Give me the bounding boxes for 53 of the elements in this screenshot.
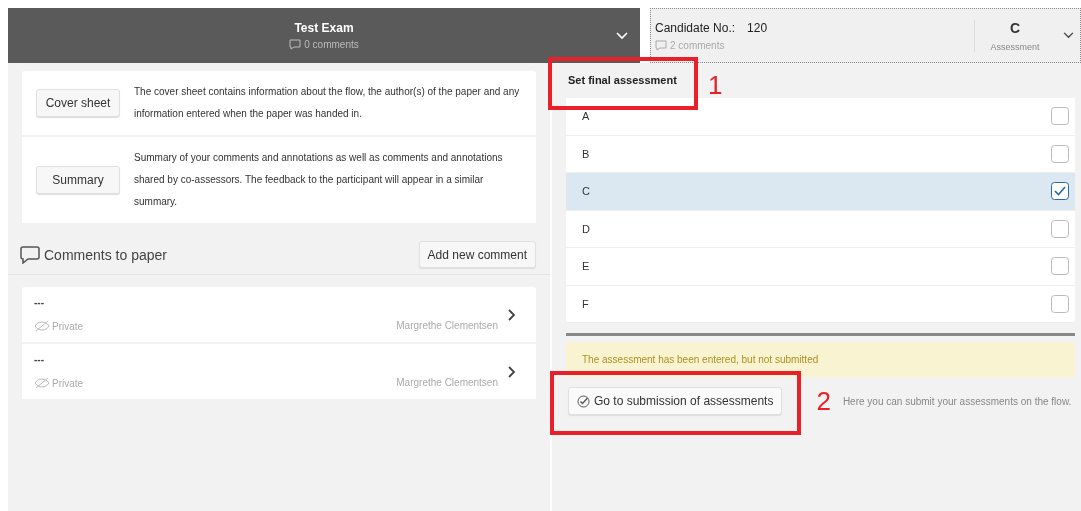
hidden-eye-icon	[34, 377, 50, 389]
document-button[interactable]: Summary	[36, 166, 120, 194]
grade-option[interactable]: F	[566, 285, 1075, 323]
annotation-number: 1	[708, 72, 723, 98]
grade-option[interactable]: A	[566, 98, 1075, 136]
grade-option[interactable]: D	[566, 210, 1075, 248]
comment-text: ---	[34, 297, 45, 308]
candidate-label: Candidate No.:	[655, 20, 736, 35]
assessment-title: Set final assessment	[568, 74, 677, 86]
document-description: Summary of your comments and annotations as well as comments and annotations shared by co-assessors. The feedback to the participant will appear in a similar summary.	[134, 151, 504, 209]
comment-item[interactable]: --- Private Margrethe Clementsen	[22, 287, 536, 344]
status-notice: The assessment has been entered, but not submitted	[566, 342, 1075, 377]
checkbox[interactable]	[1051, 219, 1069, 238]
comment-author: Margrethe Clementsen	[396, 320, 498, 332]
comment-count: 2 comments	[670, 39, 725, 51]
exam-title: Test Exam	[294, 21, 354, 35]
comment-count: 0 comments	[304, 39, 359, 50]
grade-letter: B	[582, 147, 590, 160]
section-title: Comments to paper	[44, 246, 167, 263]
comment-author: Margrethe Clementsen	[396, 377, 498, 389]
visibility-label: Private	[52, 377, 84, 389]
grade-letter: D	[582, 222, 590, 235]
help-text: Here you can submit your assessments on the flow.	[842, 395, 1072, 407]
comment-icon	[289, 39, 302, 50]
chevron-right-icon	[508, 365, 516, 378]
comment-icon	[655, 39, 667, 51]
checkbox[interactable]	[1051, 107, 1069, 126]
checkbox[interactable]	[1051, 144, 1069, 163]
grade-value: C	[1009, 19, 1021, 36]
hidden-eye-icon	[34, 320, 50, 332]
checkbox[interactable]	[1051, 257, 1069, 276]
checkbox[interactable]	[1051, 294, 1069, 313]
comment-item[interactable]: --- Private Margrethe Clementsen	[22, 344, 536, 401]
candidate-number: 120	[747, 20, 768, 35]
comment-icon	[20, 245, 40, 264]
grade-option[interactable]: E	[566, 248, 1075, 286]
check-circle-icon	[577, 394, 590, 408]
grade-label: Assessment	[990, 41, 1040, 52]
visibility-label: Private	[52, 320, 84, 332]
chevron-right-icon	[508, 308, 516, 321]
add-comment-button[interactable]: Add new comment	[418, 241, 536, 268]
checkbox[interactable]	[1051, 182, 1069, 201]
document-description: The cover sheet contains information about the flow, the author(s) of the paper and any information entered when the paper was handed in.	[134, 85, 521, 121]
comment-text: ---	[34, 354, 45, 365]
grade-letter: F	[582, 297, 589, 310]
submit-assessments-button[interactable]: Go to submission of assessments	[568, 387, 783, 415]
grade-letter: C	[582, 185, 590, 198]
chevron-down-icon[interactable]	[1063, 32, 1074, 39]
grade-letter: E	[582, 260, 590, 273]
grade-letter: A	[582, 110, 590, 123]
grade-option[interactable]: C	[566, 173, 1075, 211]
document-button[interactable]: Cover sheet	[36, 89, 120, 117]
annotation-number: 2	[816, 388, 831, 414]
